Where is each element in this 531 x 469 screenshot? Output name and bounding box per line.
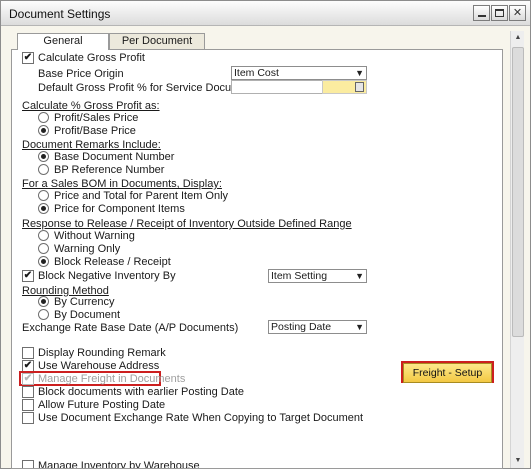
radio-by-currency[interactable] [38, 296, 49, 307]
base-price-origin-label: Base Price Origin [38, 68, 124, 80]
allow-future-posting-checkbox[interactable] [22, 399, 34, 411]
calc-gross-profit-label: Calculate Gross Profit [38, 52, 145, 64]
radio-without-warning[interactable] [38, 230, 49, 241]
close-button[interactable]: ✕ [509, 5, 526, 21]
block-earlier-posting-checkbox[interactable] [22, 386, 34, 398]
window-title: Document Settings [9, 7, 111, 21]
manage-inventory-label: Manage Inventory by Warehouse [38, 460, 200, 469]
radio-price-component-items-label: Price for Component Items [54, 203, 185, 215]
radio-bp-reference-number-label: BP Reference Number [54, 164, 165, 176]
block-negative-checkbox[interactable]: ✔ [22, 270, 34, 282]
display-rounding-remark-checkbox[interactable] [22, 347, 34, 359]
use-doc-exchange-rate-label: Use Document Exchange Rate When Copying … [38, 412, 364, 424]
block-negative-value: Item Setting [271, 270, 328, 282]
manage-freight-checkbox[interactable]: ✔ [22, 373, 34, 385]
exchange-rate-dropdown[interactable]: Posting Date ▼ [268, 320, 367, 334]
scroll-thumb[interactable] [512, 47, 524, 337]
document-settings-window: Document Settings ✕ General Per Document… [0, 0, 531, 469]
block-earlier-posting-label: Block documents with earlier Posting Dat… [38, 386, 245, 398]
radio-by-currency-label: By Currency [54, 296, 115, 308]
block-negative-label: Block Negative Inventory By [38, 270, 176, 282]
manage-freight-label: Manage Freight in Documents [38, 373, 186, 385]
radio-profit-sales-price-label: Profit/Sales Price [54, 112, 139, 124]
chevron-down-icon: ▼ [355, 322, 364, 332]
title-bar[interactable]: Document Settings ✕ [1, 1, 530, 26]
radio-block-release-receipt-label: Block Release / Receipt [54, 256, 171, 268]
manage-inventory-checkbox[interactable] [22, 460, 34, 468]
display-rounding-remark-label: Display Rounding Remark [38, 347, 166, 359]
base-price-origin-dropdown[interactable]: Item Cost ▼ [231, 66, 367, 80]
block-negative-dropdown[interactable]: Item Setting ▼ [268, 269, 367, 283]
calc-gross-profit-checkbox[interactable]: ✔ [22, 52, 34, 64]
maximize-button[interactable] [491, 5, 508, 21]
freight-setup-button[interactable]: Freight - Setup [403, 363, 492, 383]
close-icon: ✕ [512, 7, 523, 19]
default-gp-service-label: Default Gross Profit % for Service Docum… [38, 82, 262, 94]
tab-per-document[interactable]: Per Document [109, 33, 205, 49]
general-tab-panel: ✔ Calculate Gross Profit Base Price Orig… [11, 49, 503, 469]
radio-warning-only[interactable] [38, 243, 49, 254]
calculator-icon[interactable] [355, 82, 364, 92]
tab-general-label: General [43, 35, 83, 47]
radio-by-document[interactable] [38, 309, 49, 320]
allow-future-posting-label: Allow Future Posting Date [38, 399, 166, 411]
use-doc-exchange-rate-checkbox[interactable] [22, 412, 34, 424]
minimize-button[interactable] [473, 5, 490, 21]
radio-profit-base-price[interactable] [38, 125, 49, 136]
tab-per-document-label: Per Document [121, 35, 193, 47]
radio-warning-only-label: Warning Only [54, 243, 121, 255]
radio-price-total-parent[interactable] [38, 190, 49, 201]
minimize-icon [477, 15, 486, 17]
exchange-rate-label: Exchange Rate Base Date (A/P Documents) [22, 322, 239, 334]
radio-without-warning-label: Without Warning [54, 230, 135, 242]
radio-profit-base-price-label: Profit/Base Price [54, 125, 136, 137]
radio-base-document-number-label: Base Document Number [54, 151, 175, 163]
radio-price-component-items[interactable] [38, 203, 49, 214]
chevron-down-icon: ▼ [355, 68, 364, 78]
base-price-origin-value: Item Cost [234, 67, 279, 79]
radio-price-total-parent-label: Price and Total for Parent Item Only [54, 190, 229, 202]
scroll-up-icon[interactable]: ▲ [511, 31, 525, 45]
exchange-rate-value: Posting Date [271, 321, 332, 333]
tab-general[interactable]: General [17, 33, 109, 50]
radio-base-document-number[interactable] [38, 151, 49, 162]
chevron-down-icon: ▼ [355, 271, 364, 281]
radio-bp-reference-number[interactable] [38, 164, 49, 175]
radio-profit-sales-price[interactable] [38, 112, 49, 123]
vertical-scrollbar[interactable]: ▲ ▼ [510, 31, 524, 468]
scroll-down-icon[interactable]: ▼ [511, 454, 525, 468]
radio-by-document-label: By Document [54, 309, 121, 321]
radio-block-release-receipt[interactable] [38, 256, 49, 267]
maximize-icon [495, 9, 504, 17]
